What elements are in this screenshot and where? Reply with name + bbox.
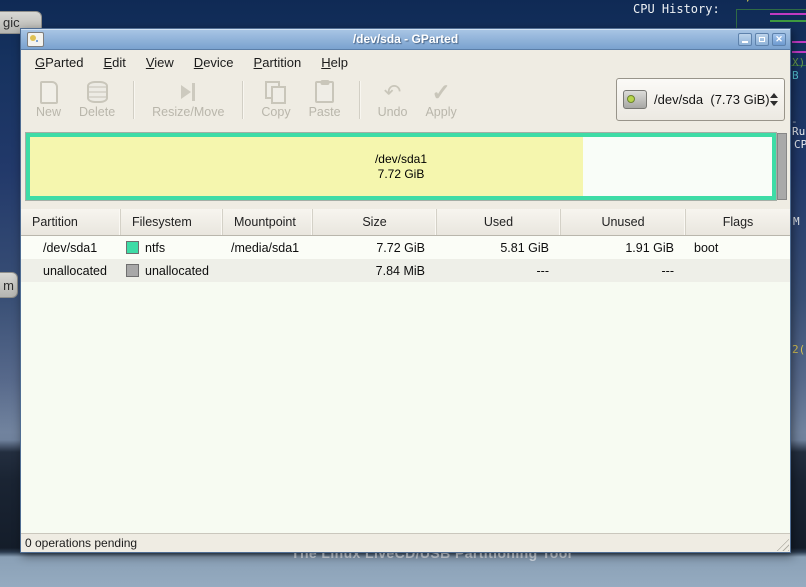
gparted-window: /dev/sda - GParted ✕ GPartedEditViewDevi…: [20, 28, 791, 553]
column-header-unused[interactable]: Unused: [561, 209, 686, 235]
conky-graph-line: [770, 20, 806, 22]
conky-fragment: B: [792, 70, 799, 81]
cell-unused: ---: [561, 259, 686, 282]
status-bar: 0 operations pending: [21, 533, 790, 552]
delete-label: Delete: [79, 105, 115, 119]
conky-fragment: X): [792, 57, 805, 68]
menu-bar: GPartedEditViewDevicePartitionHelp: [21, 50, 790, 75]
conky-cpu-monitor: CPU Details:1833, 1833CPU History:: [605, 0, 788, 16]
conky-fragment: 2(: [792, 344, 805, 355]
cell-filesystem: unallocated: [121, 259, 223, 282]
conky-graph-line: [792, 41, 806, 43]
table-header: PartitionFilesystemMountpointSizeUsedUnu…: [21, 209, 790, 236]
cell-unused: 1.91 GiB: [561, 236, 686, 259]
paste-icon: [313, 80, 337, 104]
conky-cpu-values: 1833, 1833: [716, 0, 788, 3]
conky-graph-line: [770, 13, 806, 15]
minimize-button[interactable]: [738, 33, 752, 46]
table-row[interactable]: unallocatedunallocated7.84 MiB------: [21, 259, 790, 282]
toolbar-separator: [242, 81, 243, 119]
spinner-arrows-icon: [770, 93, 780, 106]
cell-partition: /dev/sda1: [21, 236, 121, 259]
cell-mountpoint: [223, 259, 313, 282]
menu-edit[interactable]: Edit: [93, 51, 135, 74]
conky-cpu-history-label: CPU History:: [605, 3, 788, 16]
filesystem-color-swatch: [126, 264, 139, 277]
cell-used: 5.81 GiB: [437, 236, 561, 259]
column-header-partition[interactable]: Partition: [21, 209, 121, 235]
column-header-mountpoint[interactable]: Mountpoint: [223, 209, 313, 235]
conky-graph-line: [792, 51, 806, 53]
toolbar-buttons: NewDeleteResize/MoveCopyPaste↶Undo✓Apply: [27, 75, 466, 125]
toolbar-separator: [359, 81, 360, 119]
resize-grip[interactable]: [775, 537, 789, 551]
paste-button[interactable]: Paste: [300, 75, 350, 125]
partition-rows: /dev/sda1 ntfs/media/sda17.72 GiB5.81 GiB…: [21, 236, 790, 533]
resize-move-label: Resize/Move: [152, 105, 224, 119]
cell-size: 7.84 MiB: [313, 259, 437, 282]
menu-device[interactable]: Device: [184, 51, 244, 74]
cell-size: 7.72 GiB: [313, 236, 437, 259]
delete-icon: [85, 80, 109, 104]
resize-move-button[interactable]: Resize/Move: [143, 75, 233, 125]
cell-flags: [686, 259, 790, 282]
menu-help[interactable]: Help: [311, 51, 358, 74]
used-fill: [30, 137, 583, 196]
desktop: CPU Details:1833, 1833CPU History: X)B- …: [0, 0, 806, 587]
window-title: /dev/sda - GParted: [21, 32, 790, 46]
new-button[interactable]: New: [27, 75, 70, 125]
filesystem-label: unallocated: [145, 264, 209, 278]
copy-icon: [262, 80, 290, 104]
filesystem-color-swatch: [126, 241, 139, 254]
menu-view[interactable]: View: [136, 51, 184, 74]
paste-label: Paste: [309, 105, 341, 119]
apply-label: Apply: [425, 105, 456, 119]
cell-mountpoint: /media/sda1: [223, 236, 313, 259]
new-icon: [37, 80, 61, 104]
copy-label: Copy: [261, 105, 290, 119]
scrollbar-fragment: [777, 133, 787, 200]
column-header-used[interactable]: Used: [437, 209, 561, 235]
apply-button[interactable]: ✓Apply: [416, 75, 465, 125]
partition-size: 7.72 GiB: [375, 167, 427, 182]
toolbar-separator: [133, 81, 134, 119]
conky-fragment: Ru: [792, 126, 805, 137]
delete-button[interactable]: Delete: [70, 75, 124, 125]
close-button[interactable]: ✕: [772, 33, 786, 46]
partition-visual-label: /dev/sda1 7.72 GiB: [375, 152, 427, 182]
menu-partition[interactable]: Partition: [244, 51, 312, 74]
status-text: 0 operations pending: [25, 536, 137, 550]
undo-label: Undo: [378, 105, 408, 119]
column-header-size[interactable]: Size: [313, 209, 437, 235]
cell-used: ---: [437, 259, 561, 282]
cell-filesystem: ntfs: [121, 236, 223, 259]
table-row[interactable]: /dev/sda1 ntfs/media/sda17.72 GiB5.81 GiB…: [21, 236, 790, 259]
maximize-button[interactable]: [755, 33, 769, 46]
undo-icon: ↶: [381, 80, 405, 104]
filesystem-label: ntfs: [145, 241, 165, 255]
disk-visual-area: /dev/sda1 7.72 GiB: [21, 125, 790, 209]
cell-partition: unallocated: [21, 259, 121, 282]
disk-icon: [623, 90, 647, 109]
toolbar: NewDeleteResize/MoveCopyPaste↶Undo✓Apply…: [21, 75, 790, 125]
title-bar[interactable]: /dev/sda - GParted ✕: [21, 29, 790, 50]
new-label: New: [36, 105, 61, 119]
partition-visual-bar[interactable]: /dev/sda1 7.72 GiB: [26, 133, 776, 200]
conky-fragment: CP: [794, 139, 806, 150]
column-header-filesystem[interactable]: Filesystem: [121, 209, 223, 235]
taskbar-tab-m[interactable]: m: [0, 272, 18, 298]
apply-icon: ✓: [429, 80, 453, 104]
conky-fragment: M: [793, 216, 800, 227]
undo-button[interactable]: ↶Undo: [369, 75, 417, 125]
resize-move-icon: [176, 80, 200, 104]
device-selector[interactable]: /dev/sda (7.73 GiB): [616, 78, 785, 121]
partition-name: /dev/sda1: [375, 152, 427, 167]
column-header-flags[interactable]: Flags: [686, 209, 790, 235]
copy-button[interactable]: Copy: [252, 75, 299, 125]
cell-flags: boot: [686, 236, 790, 259]
window-controls: ✕: [738, 33, 786, 46]
device-selector-value: /dev/sda (7.73 GiB): [654, 92, 770, 107]
menu-gparted[interactable]: GParted: [25, 51, 93, 74]
